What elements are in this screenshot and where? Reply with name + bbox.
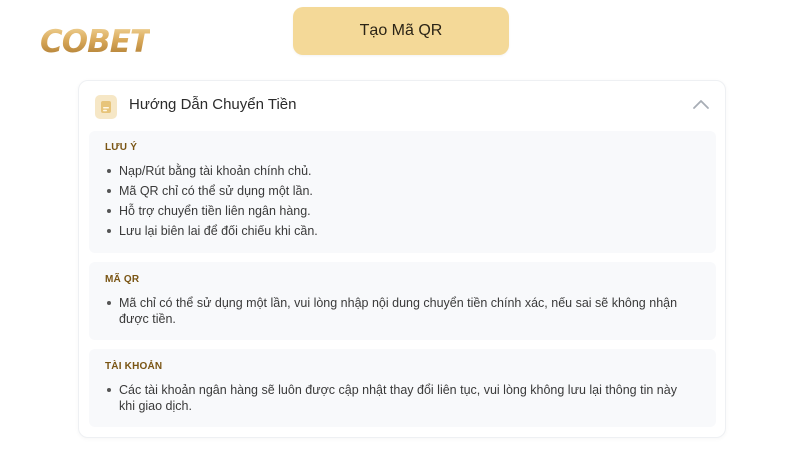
account-list: Các tài khoản ngân hàng sẽ luôn được cập… — [105, 382, 696, 418]
qr-code-section: MÃ QR Mã chỉ có thể sử dụng một lần, vui… — [89, 262, 716, 340]
chevron-up-icon[interactable] — [691, 97, 711, 111]
account-section: TÀI KHOẢN Các tài khoản ngân hàng sẽ luô… — [89, 349, 716, 427]
page: COBET Tạo Mã QR Hướng Dẫn Chuyển Tiền LƯ… — [0, 0, 800, 450]
list-item: Mã QR chỉ có thể sử dụng một lần. — [105, 183, 696, 199]
section-title: MÃ QR — [105, 274, 140, 285]
list-item: Mã chỉ có thể sử dụng một lần, vui lòng … — [105, 295, 696, 327]
list-item: Nạp/Rút bằng tài khoản chính chủ. — [105, 163, 696, 179]
notes-list: Nạp/Rút bằng tài khoản chính chủ. Mã QR … — [105, 163, 696, 243]
create-qr-button[interactable]: Tạo Mã QR — [293, 7, 509, 55]
document-icon — [95, 95, 117, 119]
list-item: Các tài khoản ngân hàng sẽ luôn được cập… — [105, 382, 696, 414]
list-item: Hỗ trợ chuyển tiền liên ngân hàng. — [105, 203, 696, 219]
cobet-logo[interactable]: COBET — [40, 24, 151, 60]
create-qr-button-label: Tạo Mã QR — [359, 22, 443, 39]
panel-title: Hướng Dẫn Chuyển Tiền — [129, 96, 297, 113]
notes-section: LƯU Ý Nạp/Rút bằng tài khoản chính chủ. … — [89, 131, 716, 253]
section-title: LƯU Ý — [105, 142, 138, 153]
qr-code-list: Mã chỉ có thể sử dụng một lần, vui lòng … — [105, 295, 696, 331]
panel-header[interactable]: Hướng Dẫn Chuyển Tiền — [79, 81, 725, 131]
transfer-guide-panel: Hướng Dẫn Chuyển Tiền LƯU Ý Nạp/Rút bằng… — [78, 80, 726, 438]
list-item: Lưu lại biên lai để đối chiếu khi cần. — [105, 223, 696, 239]
section-title: TÀI KHOẢN — [105, 361, 163, 372]
